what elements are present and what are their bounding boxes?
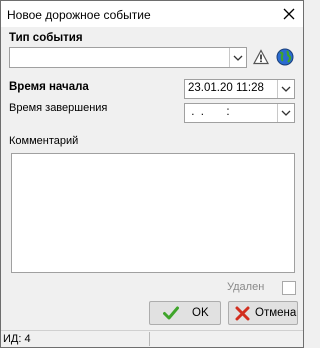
comment-label: Комментарий	[9, 135, 79, 147]
warning-icon[interactable]	[252, 49, 270, 68]
end-time-picker[interactable]: . . :	[184, 103, 295, 123]
end-time-dropdown-button[interactable]	[277, 104, 294, 122]
chevron-down-icon	[233, 55, 243, 61]
dialog-window: Новое дорожное событие Тип события Время…	[0, 0, 304, 348]
event-type-label: Тип события	[9, 32, 83, 44]
start-time-picker[interactable]: 23.01.20 11:28	[184, 79, 295, 99]
close-icon[interactable]	[281, 6, 297, 22]
deleted-label: Удален	[227, 281, 265, 293]
chevron-down-icon	[281, 110, 291, 116]
event-type-dropdown-button[interactable]	[229, 48, 246, 67]
window-title: Новое дорожное событие	[7, 8, 151, 22]
end-time-label: Время завершения	[9, 102, 108, 114]
status-id: ИД: 4	[3, 333, 31, 345]
start-time-label: Время начала	[9, 81, 89, 93]
comment-textarea[interactable]	[11, 153, 295, 273]
event-type-combobox[interactable]	[9, 47, 247, 68]
chevron-down-icon	[281, 86, 291, 92]
start-time-dropdown-button[interactable]	[277, 80, 294, 98]
title-bar: Новое дорожное событие	[1, 1, 303, 27]
status-separator	[149, 332, 150, 346]
ok-button-label: OK	[192, 307, 209, 319]
check-icon	[163, 306, 179, 323]
deleted-checkbox[interactable]	[282, 281, 296, 295]
globe-icon[interactable]	[275, 47, 295, 70]
end-time-value: . . :	[188, 106, 230, 118]
cancel-x-icon	[235, 306, 250, 324]
cancel-button-label: Отмена	[255, 307, 297, 319]
start-time-value: 23.01.20 11:28	[188, 82, 264, 94]
status-bar: ИД: 4	[1, 330, 303, 348]
cancel-button[interactable]: Отмена	[228, 301, 298, 325]
ok-button[interactable]: OK	[149, 301, 221, 325]
